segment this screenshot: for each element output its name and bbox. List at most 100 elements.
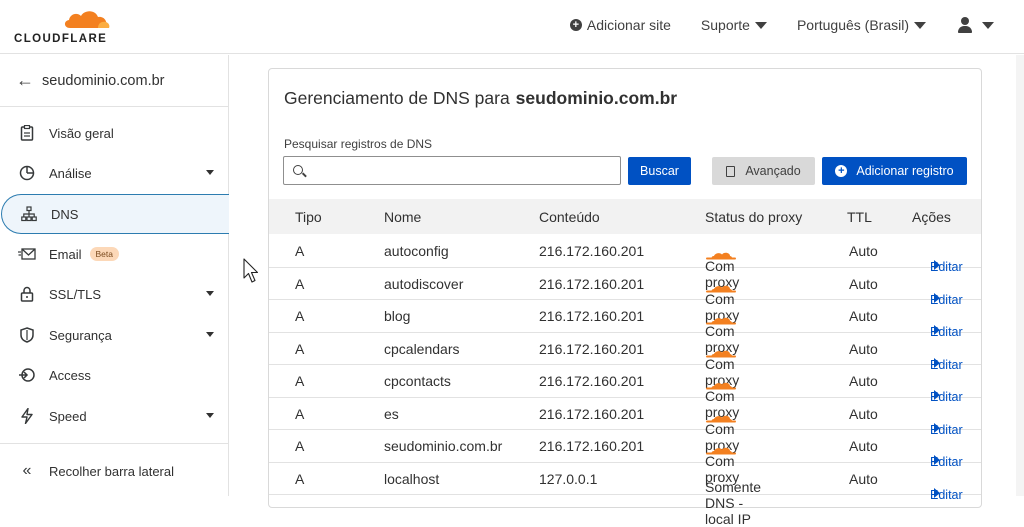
record-ttl: Auto xyxy=(849,405,878,422)
record-content: 127.0.0.1 xyxy=(539,470,598,487)
sidebar-item-analytics[interactable]: Análise xyxy=(0,153,228,193)
search-label: Pesquisar registros de DNS xyxy=(284,137,433,151)
record-content: 216.172.160.201 xyxy=(539,308,645,324)
mouse-cursor-icon xyxy=(243,258,259,283)
record-name: localhost xyxy=(384,470,440,487)
record-content: 216.172.160.201 xyxy=(539,438,645,454)
sidebar-item-label: Visão geral xyxy=(49,125,114,141)
sidebar-divider xyxy=(0,443,228,444)
record-name: seudominio.com.br xyxy=(384,438,503,454)
sidebar-domain: seudominio.com.br xyxy=(42,72,165,89)
sidebar-item-speed[interactable]: Speed xyxy=(0,396,228,436)
mail-icon xyxy=(18,245,36,263)
record-name: es xyxy=(384,405,399,422)
proxy-status[interactable]: Com proxy xyxy=(705,348,745,388)
sidebar-item-email[interactable]: Email Beta xyxy=(0,234,228,274)
dns-management-panel: Gerenciamento de DNS para seudominio.com.… xyxy=(268,68,982,527)
sidebar-item-label: Segurança xyxy=(49,327,112,343)
user-menu[interactable] xyxy=(956,16,994,34)
column-header-ttl[interactable]: TTL xyxy=(847,209,872,225)
lightning-icon xyxy=(18,407,36,425)
collapse-sidebar-button[interactable]: « Recolher barra lateral xyxy=(0,451,228,491)
table-row: Alocalhost 127.0.0.1 Somente DNS - local I… xyxy=(269,463,981,527)
proxy-status-label[interactable]: Somente DNS - local IP xyxy=(705,479,761,527)
sidebar-item-label: Email xyxy=(49,246,82,262)
sidebar-item-access[interactable]: Access xyxy=(0,355,228,395)
caret-down-icon xyxy=(754,21,767,29)
chart-pie-icon xyxy=(18,164,36,182)
network-icon xyxy=(20,205,38,223)
column-header-name[interactable]: Nome xyxy=(384,209,421,225)
add-site-label: Adicionar site xyxy=(586,17,671,33)
plus-circle-icon: + xyxy=(569,19,582,31)
search-icon xyxy=(293,165,303,175)
record-type: A xyxy=(295,373,305,389)
proxy-status[interactable]: Com proxy xyxy=(705,283,745,323)
scrollbar-track[interactable] xyxy=(1016,55,1024,496)
record-type: A xyxy=(295,308,305,324)
record-content: 216.172.160.201 xyxy=(539,373,645,389)
sidebar-item-label: Speed xyxy=(49,408,87,424)
advanced-button-label: Avançado xyxy=(745,164,801,178)
record-type: A xyxy=(295,340,305,357)
cloudflare-logo[interactable]: CLOUDFLARE xyxy=(14,8,114,46)
plus-circle-icon: + xyxy=(835,165,848,177)
add-site-link[interactable]: + Adicionar site xyxy=(569,17,671,33)
search-input[interactable] xyxy=(283,156,621,185)
record-name: cpcalendars xyxy=(384,340,460,357)
record-content: 216.172.160.201 xyxy=(539,340,645,357)
access-icon xyxy=(18,366,36,384)
caret-down-icon xyxy=(914,21,926,29)
arrow-left-icon: ← xyxy=(16,70,34,90)
record-name: autoconfig xyxy=(384,243,449,259)
proxy-status[interactable]: Com proxy xyxy=(705,315,745,355)
record-content: 216.172.160.201 xyxy=(539,243,645,259)
shield-icon xyxy=(18,326,36,344)
sidebar-item-ssl[interactable]: SSL/TLS xyxy=(0,274,228,314)
proxy-status[interactable]: Com proxy xyxy=(705,413,745,453)
sidebar-item-overview[interactable]: Visão geral xyxy=(0,113,228,153)
proxy-status[interactable]: Com proxy xyxy=(705,445,745,485)
search-button[interactable]: Buscar xyxy=(628,157,691,185)
column-header-proxy-status[interactable]: Status do proxy xyxy=(705,209,802,225)
top-nav: + Adicionar site Suporte Português (Bras… xyxy=(569,16,994,34)
clipboard-icon xyxy=(18,124,36,142)
record-content: 216.172.160.201 xyxy=(539,275,645,292)
table-row: Acpcalendars 216.172.160.201 Com proxy Auto… xyxy=(269,333,981,388)
table-row: Acpcontacts 216.172.160.201 Com proxy Auto E… xyxy=(269,365,981,420)
column-header-content[interactable]: Conteúdo xyxy=(539,209,600,225)
add-record-button[interactable]: + Adicionar registro xyxy=(822,157,967,185)
record-content: 216.172.160.201 xyxy=(539,405,645,422)
document-icon xyxy=(726,165,736,177)
back-to-domains[interactable]: ← seudominio.com.br xyxy=(0,55,228,107)
sidebar-item-security[interactable]: Segurança xyxy=(0,315,228,355)
advanced-button[interactable]: Avançado xyxy=(712,157,815,185)
sidebar-item-label: SSL/TLS xyxy=(49,286,102,302)
record-ttl: Auto xyxy=(849,243,878,259)
column-header-actions: Ações xyxy=(912,209,951,225)
record-ttl: Auto xyxy=(849,340,878,357)
record-ttl: Auto xyxy=(849,275,878,292)
table-row: Ablog 216.172.160.201 Com proxy Auto Editar xyxy=(269,300,981,355)
page-title: Gerenciamento de DNS para seudominio.com.… xyxy=(284,88,677,109)
logo-text: CLOUDFLARE xyxy=(14,33,108,45)
proxy-status[interactable]: Com proxy xyxy=(705,250,745,290)
record-ttl: Auto xyxy=(849,308,878,324)
sidebar-item-label: Análise xyxy=(49,165,92,181)
beta-badge: Beta xyxy=(89,247,120,261)
sidebar-item-label: Access xyxy=(49,367,91,383)
record-name: autodiscover xyxy=(384,275,464,292)
proxy-status[interactable]: Com proxy xyxy=(705,380,745,420)
sidebar-item-dns[interactable]: DNS xyxy=(1,194,229,234)
column-header-type[interactable]: Tipo xyxy=(295,209,322,225)
language-dropdown[interactable]: Português (Brasil) xyxy=(797,17,926,33)
record-name: cpcontacts xyxy=(384,373,451,389)
lock-icon xyxy=(18,285,36,303)
record-type: A xyxy=(295,438,305,454)
chevron-down-icon xyxy=(206,291,214,296)
record-ttl: Auto xyxy=(849,470,878,487)
record-type: A xyxy=(295,405,305,422)
user-icon xyxy=(956,16,974,34)
search-button-label: Buscar xyxy=(640,164,679,178)
support-dropdown[interactable]: Suporte xyxy=(701,17,767,33)
